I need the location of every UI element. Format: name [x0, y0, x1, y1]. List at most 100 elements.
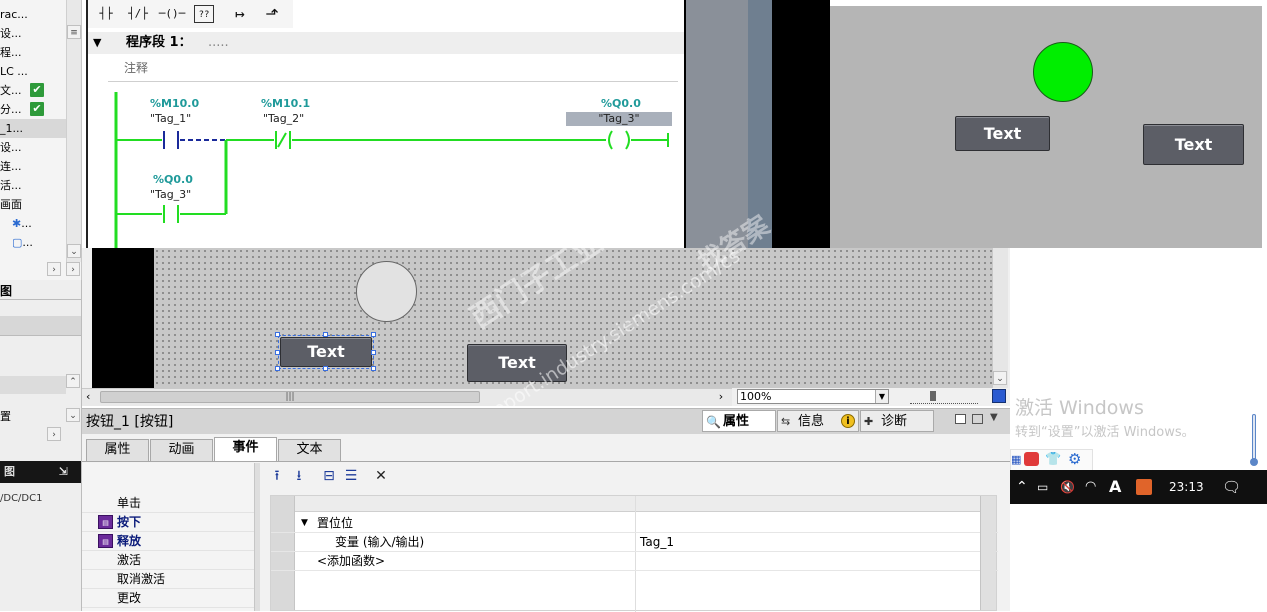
- video-icon[interactable]: [1024, 452, 1039, 466]
- restore-window-icon[interactable]: [955, 414, 966, 424]
- coil-address[interactable]: %Q0.0: [601, 97, 641, 110]
- coil-right: [625, 130, 630, 150]
- contact-3-address[interactable]: %Q0.0: [153, 173, 193, 186]
- circle-object[interactable]: [356, 261, 417, 322]
- scroll-right-icon[interactable]: ›: [47, 262, 61, 276]
- zoom-select[interactable]: 100% ▼: [737, 389, 889, 404]
- tree-row[interactable]: 文... ✔: [0, 81, 66, 100]
- app-tray-icon[interactable]: [1136, 479, 1152, 495]
- resize-handle[interactable]: [323, 332, 328, 337]
- scroll-down-icon[interactable]: ⌄: [67, 244, 81, 258]
- event-change[interactable]: 更改: [82, 589, 254, 608]
- resize-handle[interactable]: [275, 366, 280, 371]
- runtime-screen: Text Text: [830, 6, 1262, 248]
- event-press[interactable]: ▤ 按下: [82, 513, 254, 532]
- table-row[interactable]: 变量 (输入/输出) Tag_1: [271, 533, 998, 552]
- resize-handle[interactable]: [323, 366, 328, 371]
- resize-handle[interactable]: [371, 366, 376, 371]
- chevron-down-icon[interactable]: ▼: [875, 390, 888, 403]
- runtime-button-2[interactable]: Text: [1143, 124, 1244, 165]
- move-down-icon[interactable]: ⭳: [289, 467, 309, 485]
- maximize-window-icon[interactable]: [972, 414, 983, 424]
- zoom-slider[interactable]: [910, 389, 978, 404]
- tree-row[interactable]: LC ...: [0, 62, 66, 81]
- scroll-down-icon[interactable]: ⌄: [66, 408, 80, 422]
- move-up-icon[interactable]: ⭱: [267, 467, 287, 485]
- info-icon: i: [841, 414, 855, 428]
- details-row[interactable]: [0, 376, 66, 394]
- taskbar: ⌃ ▭ 🔇 ◠ A 23:13 🗨: [1010, 470, 1267, 504]
- tree-row[interactable]: 程...: [0, 43, 66, 62]
- collapse-all-icon[interactable]: ⊟: [319, 467, 339, 485]
- device-path: /DC/DC1: [0, 493, 43, 504]
- subtab-events[interactable]: 事件: [214, 437, 277, 461]
- resize-handle[interactable]: [275, 350, 280, 355]
- tree-row[interactable]: 分... ✔: [0, 100, 66, 119]
- shirt-icon[interactable]: 👕: [1045, 452, 1061, 467]
- table-row[interactable]: ▼ 置位位: [271, 514, 998, 533]
- contact-1-address[interactable]: %M10.0: [150, 97, 199, 110]
- canvas-vscroll[interactable]: [992, 248, 1008, 388]
- details-item[interactable]: 置: [0, 408, 11, 424]
- contact-1-tag[interactable]: "Tag_1": [150, 112, 191, 125]
- tab-diagnostics[interactable]: ✚ 诊断: [860, 410, 934, 432]
- scroll-up-icon[interactable]: ⌃: [66, 374, 80, 388]
- clock[interactable]: 23:13: [1169, 478, 1204, 496]
- app-icon[interactable]: ▦: [1011, 453, 1021, 466]
- scroll-down-icon[interactable]: ⌄: [993, 371, 1007, 385]
- scroll-menu-icon[interactable]: ≡: [67, 25, 81, 39]
- scroll-right-icon[interactable]: ›: [714, 389, 728, 404]
- battery-icon[interactable]: ▭: [1037, 478, 1048, 496]
- tree-row[interactable]: rac...: [0, 5, 66, 24]
- resize-handle[interactable]: [275, 332, 280, 337]
- contact-2-tag[interactable]: "Tag_2": [263, 112, 304, 125]
- scroll-right-icon[interactable]: ›: [47, 427, 61, 441]
- fit-screen-icon[interactable]: [992, 389, 1006, 403]
- canvas-hscroll[interactable]: ‹ |||: [82, 388, 732, 406]
- expand-all-icon[interactable]: ☰: [341, 467, 361, 485]
- runtime-button-1[interactable]: Text: [955, 116, 1050, 151]
- event-release[interactable]: ▤ 释放: [82, 532, 254, 551]
- tree-row[interactable]: 画面: [0, 195, 66, 214]
- delete-icon[interactable]: ✕: [371, 467, 391, 485]
- subtab-animation[interactable]: 动画: [150, 439, 213, 461]
- event-activate[interactable]: 激活: [82, 551, 254, 570]
- event-list-scrollbar[interactable]: [254, 463, 260, 611]
- scroll-left-icon[interactable]: ‹: [86, 390, 90, 403]
- zoom-slider-thumb[interactable]: [930, 391, 936, 401]
- event-click[interactable]: 单击: [82, 494, 254, 513]
- gear-icon[interactable]: ⚙: [1068, 450, 1081, 468]
- wifi-icon[interactable]: ◠: [1085, 478, 1096, 496]
- chevron-up-icon[interactable]: ⌃: [1016, 478, 1028, 496]
- subtab-text[interactable]: 文本: [278, 439, 341, 461]
- chevron-down-icon[interactable]: ▼: [990, 412, 998, 423]
- table-vscroll[interactable]: [980, 496, 996, 610]
- scroll-right-icon[interactable]: ›: [66, 262, 80, 276]
- resize-handle[interactable]: [371, 332, 376, 337]
- tree-row[interactable]: 连...: [0, 157, 66, 176]
- scroll-thumb[interactable]: |||: [100, 391, 480, 403]
- tab-info[interactable]: ⇆ 信息 i: [777, 410, 859, 432]
- volume-mute-icon[interactable]: 🔇: [1060, 478, 1075, 496]
- tree-row[interactable]: ✱...: [0, 214, 66, 233]
- resize-handle[interactable]: [371, 350, 376, 355]
- table-row[interactable]: <添加函数>: [271, 552, 998, 571]
- event-deactivate[interactable]: 取消激活: [82, 570, 254, 589]
- ime-indicator[interactable]: A: [1109, 478, 1121, 496]
- contact-3-tag[interactable]: "Tag_3": [150, 188, 191, 201]
- dark-bar-label: 图: [4, 465, 15, 478]
- tab-properties[interactable]: 🔍 属性: [702, 410, 776, 432]
- coil-tag[interactable]: "Tag_3": [566, 112, 672, 126]
- tree-row[interactable]: 设...: [0, 24, 66, 43]
- tree-row-selected[interactable]: _1...: [0, 119, 66, 138]
- tree-row[interactable]: 设...: [0, 138, 66, 157]
- dark-bar: 图 ⇲: [0, 461, 81, 483]
- window-toggle-icon[interactable]: ⇲: [59, 461, 68, 483]
- tree-row[interactable]: ▢...: [0, 233, 66, 252]
- project-tree: rac... 设... 程... LC ... 文... ✔ 分... ✔ _1..…: [0, 0, 82, 280]
- notification-icon[interactable]: 🗨: [1222, 478, 1241, 496]
- contact-2-address[interactable]: %M10.1: [261, 97, 310, 110]
- expand-row-icon[interactable]: ▼: [301, 514, 308, 533]
- tree-row[interactable]: 活...: [0, 176, 66, 195]
- subtab-properties[interactable]: 属性: [86, 439, 149, 461]
